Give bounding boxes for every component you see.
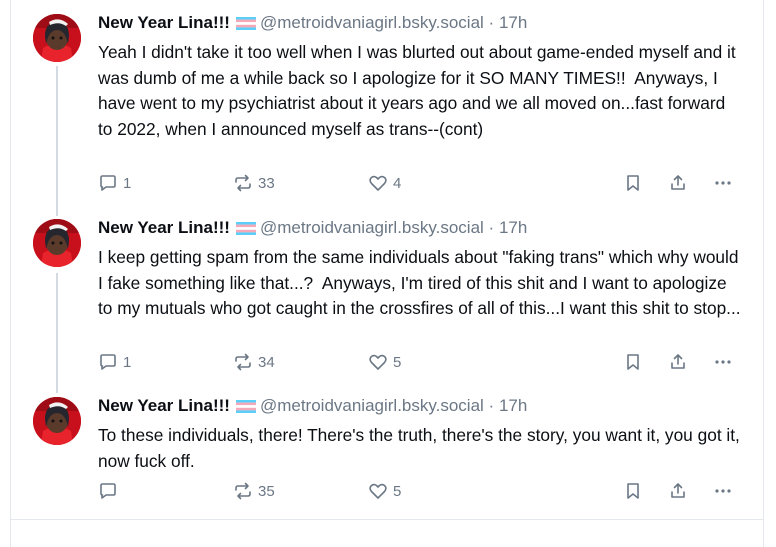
separator: · — [488, 218, 495, 237]
author-name[interactable]: New Year Lina!!! — [98, 13, 230, 32]
reply-count: 1 — [123, 353, 132, 371]
bookmark-icon — [627, 354, 639, 370]
share-button[interactable] — [668, 352, 688, 372]
repost-button[interactable]: 35 — [233, 481, 275, 501]
post-text: To these individuals, there! There's the… — [98, 425, 745, 471]
repost-icon — [235, 353, 251, 371]
author-handle[interactable]: @metroidvaniagirl.bsky.social — [260, 396, 484, 415]
post-content: New Year Lina!!! @metroidvaniagirl.bsky.s… — [98, 12, 743, 142]
post-time[interactable]: 17h — [499, 13, 527, 32]
avatar[interactable] — [33, 397, 81, 445]
author-handle[interactable]: @metroidvaniagirl.bsky.social — [260, 13, 484, 32]
reply-count: 1 — [123, 174, 132, 192]
post-content: New Year Lina!!! @metroidvaniagirl.bsky.s… — [98, 395, 743, 474]
more-options-button[interactable] — [713, 481, 733, 501]
heart-icon — [369, 175, 387, 191]
post-time[interactable]: 17h — [499, 218, 527, 237]
trans-flag-icon — [235, 397, 256, 419]
heart-icon — [369, 354, 387, 370]
more-dots-icon — [715, 181, 731, 185]
like-button[interactable]: 5 — [368, 352, 401, 372]
post-text: I keep getting spam from the same indivi… — [98, 247, 744, 318]
repost-icon — [235, 174, 251, 192]
avatar-image — [33, 397, 81, 445]
like-count: 4 — [393, 174, 402, 192]
separator: · — [488, 396, 495, 415]
reply-button[interactable]: 1 — [98, 352, 131, 372]
bookmark-button[interactable] — [623, 173, 643, 193]
post-text: Yeah I didn't take it too well when I wa… — [98, 42, 741, 139]
avatar[interactable] — [33, 14, 81, 62]
more-dots-icon — [715, 489, 731, 493]
like-button[interactable]: 4 — [368, 173, 401, 193]
avatar[interactable] — [33, 219, 81, 267]
post-actions: 1 34 5 — [98, 352, 748, 374]
author-name[interactable]: New Year Lina!!! — [98, 396, 230, 415]
post-content: New Year Lina!!! @metroidvaniagirl.bsky.s… — [98, 217, 743, 322]
more-options-button[interactable] — [713, 352, 733, 372]
trans-flag-icon — [235, 219, 256, 241]
share-button[interactable] — [668, 481, 688, 501]
post-header: New Year Lina!!! @metroidvaniagirl.bsky.s… — [98, 395, 743, 419]
post-header: New Year Lina!!! @metroidvaniagirl.bsky.s… — [98, 217, 743, 241]
post-header: New Year Lina!!! @metroidvaniagirl.bsky.s… — [98, 12, 743, 36]
post[interactable]: New Year Lina!!! @metroidvaniagirl.bsky.s… — [11, 205, 761, 385]
post-time[interactable]: 17h — [499, 396, 527, 415]
repost-count: 35 — [258, 482, 275, 500]
share-button[interactable] — [668, 173, 688, 193]
bookmark-icon — [627, 483, 639, 499]
more-options-button[interactable] — [713, 173, 733, 193]
share-icon — [671, 483, 685, 498]
trans-flag-icon — [235, 14, 256, 36]
post[interactable]: New Year Lina!!! @metroidvaniagirl.bsky.s… — [11, 0, 761, 205]
repost-icon — [235, 482, 251, 500]
reply-icon — [100, 354, 116, 370]
separator: · — [488, 13, 495, 32]
reply-icon — [100, 483, 116, 499]
avatar-image — [33, 14, 81, 62]
repost-count: 33 — [258, 174, 275, 192]
share-icon — [671, 175, 685, 190]
avatar-image — [33, 219, 81, 267]
bookmark-button[interactable] — [623, 481, 643, 501]
repost-button[interactable]: 34 — [233, 352, 275, 372]
post-actions: 1 33 4 — [98, 173, 748, 195]
share-icon — [671, 354, 685, 369]
heart-icon — [369, 483, 387, 499]
repost-button[interactable]: 33 — [233, 173, 275, 193]
reply-button[interactable] — [98, 481, 123, 501]
bookmark-icon — [627, 175, 639, 191]
reply-icon — [100, 175, 116, 191]
reply-button[interactable]: 1 — [98, 173, 131, 193]
post[interactable]: New Year Lina!!! @metroidvaniagirl.bsky.s… — [11, 385, 761, 519]
author-name[interactable]: New Year Lina!!! — [98, 218, 230, 237]
like-button[interactable]: 5 — [368, 481, 401, 501]
divider — [10, 519, 763, 520]
more-dots-icon — [715, 360, 731, 364]
bookmark-button[interactable] — [623, 352, 643, 372]
like-count: 5 — [393, 353, 402, 371]
repost-count: 34 — [258, 353, 275, 371]
like-count: 5 — [393, 482, 402, 500]
author-handle[interactable]: @metroidvaniagirl.bsky.social — [260, 218, 484, 237]
post-actions: 35 5 — [98, 481, 748, 503]
